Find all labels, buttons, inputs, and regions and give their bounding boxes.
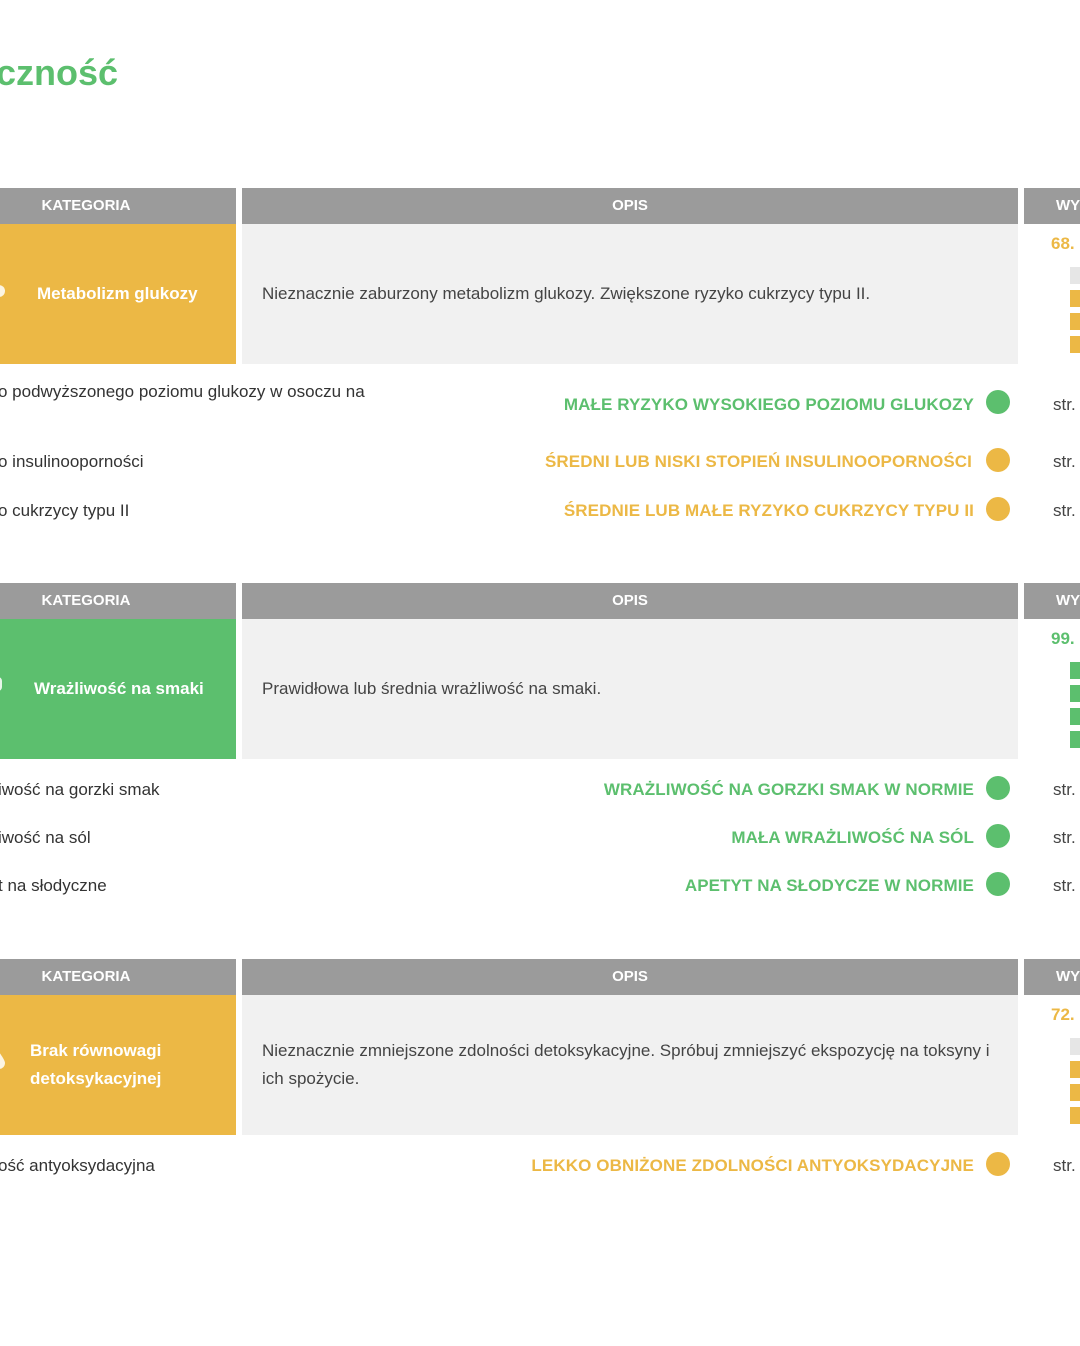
drop-icon: [0, 1053, 5, 1069]
header-kategoria: KATEGORIA: [0, 959, 236, 995]
category-cell: Metabolizm glukozy: [0, 224, 236, 364]
score-bar-segment: [1070, 1038, 1080, 1055]
score-bar-segment: [1070, 1107, 1080, 1124]
row-result: APETYT NA SŁODYCZE W NORMIE: [684, 876, 974, 895]
status-dot: [986, 497, 1010, 521]
score-bar-segment: [1070, 336, 1080, 353]
apple-icon: [0, 285, 5, 297]
category-cell: Wrażliwość na smaki: [0, 619, 236, 759]
status-dot: [986, 390, 1010, 414]
page-ref[interactable]: str.: [1053, 452, 1076, 472]
score-cell: 68.: [1024, 224, 1080, 364]
page-ref[interactable]: str.: [1053, 828, 1076, 848]
page-ref[interactable]: str.: [1053, 876, 1076, 896]
description-cell: Nieznacznie zaburzony metabolizm glukozy…: [242, 224, 1018, 364]
row-label: t na słodyczne: [0, 876, 107, 895]
score-bar-segment: [1070, 685, 1080, 702]
header-kategoria: KATEGORIA: [0, 583, 236, 619]
score-bar-segment: [1070, 731, 1080, 748]
category-cell: Brak równowagi detoksykacyjnej: [0, 995, 236, 1135]
score-bar-segment: [1070, 662, 1080, 679]
result-row: iwość na gorzki smak WRAŻLIWOŚĆ NA GORZK…: [0, 776, 1080, 818]
row-result: MAŁA WRAŻLIWOŚĆ NA SÓL: [731, 828, 974, 847]
score-cell: 72.: [1024, 995, 1080, 1135]
row-label: o cukrzycy typu II: [0, 501, 130, 520]
header-opis: OPIS: [242, 583, 1018, 619]
row-label: o insulinooporności: [0, 452, 144, 471]
tongue-icon: [0, 677, 2, 691]
result-row: ość antyoksydacyjna LEKKO OBNIŻONE ZDOLN…: [0, 1152, 1080, 1194]
row-result: ŚREDNIE LUB MAŁE RYZYKO CUKRZYCY TYPU II: [563, 501, 974, 520]
row-label: iwość na sól: [0, 828, 91, 847]
header-kategoria: KATEGORIA: [0, 188, 236, 224]
description-cell: Prawidłowa lub średnia wrażliwość na sma…: [242, 619, 1018, 759]
status-dot: [986, 776, 1010, 800]
status-dot: [986, 872, 1010, 896]
page-title: czność: [0, 52, 119, 93]
category-label: Brak równowagi detoksykacyjnej: [30, 1041, 162, 1088]
page-ref[interactable]: str.: [1053, 780, 1076, 800]
status-dot: [986, 448, 1010, 472]
result-row: o cukrzycy typu II ŚREDNIE LUB MAŁE RYZY…: [0, 497, 1080, 539]
row-result: LEKKO OBNIŻONE ZDOLNOŚCI ANTYOKSYDACYJNE: [531, 1156, 974, 1175]
row-label: ość antyoksydacyjna: [0, 1156, 155, 1175]
status-dot: [986, 824, 1010, 848]
page-ref[interactable]: str.: [1053, 1156, 1076, 1176]
score-bar-segment: [1070, 708, 1080, 725]
result-row: o insulinooporności ŚREDNI LUB NISKI STO…: [0, 448, 1080, 490]
status-dot: [986, 1152, 1010, 1176]
score-value: 68.: [1051, 234, 1075, 253]
score-bar-segment: [1070, 1061, 1080, 1078]
page-ref[interactable]: str.: [1053, 395, 1076, 415]
score-bar-segment: [1070, 313, 1080, 330]
page-ref[interactable]: str.: [1053, 501, 1076, 521]
result-row: o podwyższonego poziomu glukozy w osoczu…: [0, 380, 1080, 420]
category-label: Metabolizm glukozy: [37, 284, 198, 303]
result-row: t na słodyczne APETYT NA SŁODYCZE W NORM…: [0, 872, 1080, 914]
score-bar-segment: [1070, 290, 1080, 307]
row-label: iwość na gorzki smak: [0, 780, 160, 799]
row-result: MAŁE RYZYKO WYSOKIEGO POZIOMU GLUKOZY: [563, 395, 974, 414]
score-value: 72.: [1051, 1005, 1075, 1024]
score-value: 99.: [1051, 629, 1075, 648]
row-result: WRAŻLIWOŚĆ NA GORZKI SMAK W NORMIE: [603, 780, 974, 799]
header-opis: OPIS: [242, 188, 1018, 224]
score-bar-segment: [1070, 267, 1080, 284]
header-wynik: WY: [1024, 959, 1080, 995]
header-wynik: WY: [1024, 583, 1080, 619]
row-result: ŚREDNI LUB NISKI STOPIEŃ INSULINOOPORNOŚ…: [544, 452, 972, 471]
result-row: iwość na sól MAŁA WRAŻLIWOŚĆ NA SÓL str.: [0, 824, 1080, 866]
category-label: Wrażliwość na smaki: [34, 679, 204, 698]
description-cell: Nieznacznie zmniejszone zdolności detoks…: [242, 995, 1018, 1135]
row-label: o podwyższonego poziomu glukozy w osoczu…: [0, 382, 365, 401]
header-opis: OPIS: [242, 959, 1018, 995]
score-cell: 99.: [1024, 619, 1080, 759]
header-wynik: WY: [1024, 188, 1080, 224]
score-bar-segment: [1070, 1084, 1080, 1101]
